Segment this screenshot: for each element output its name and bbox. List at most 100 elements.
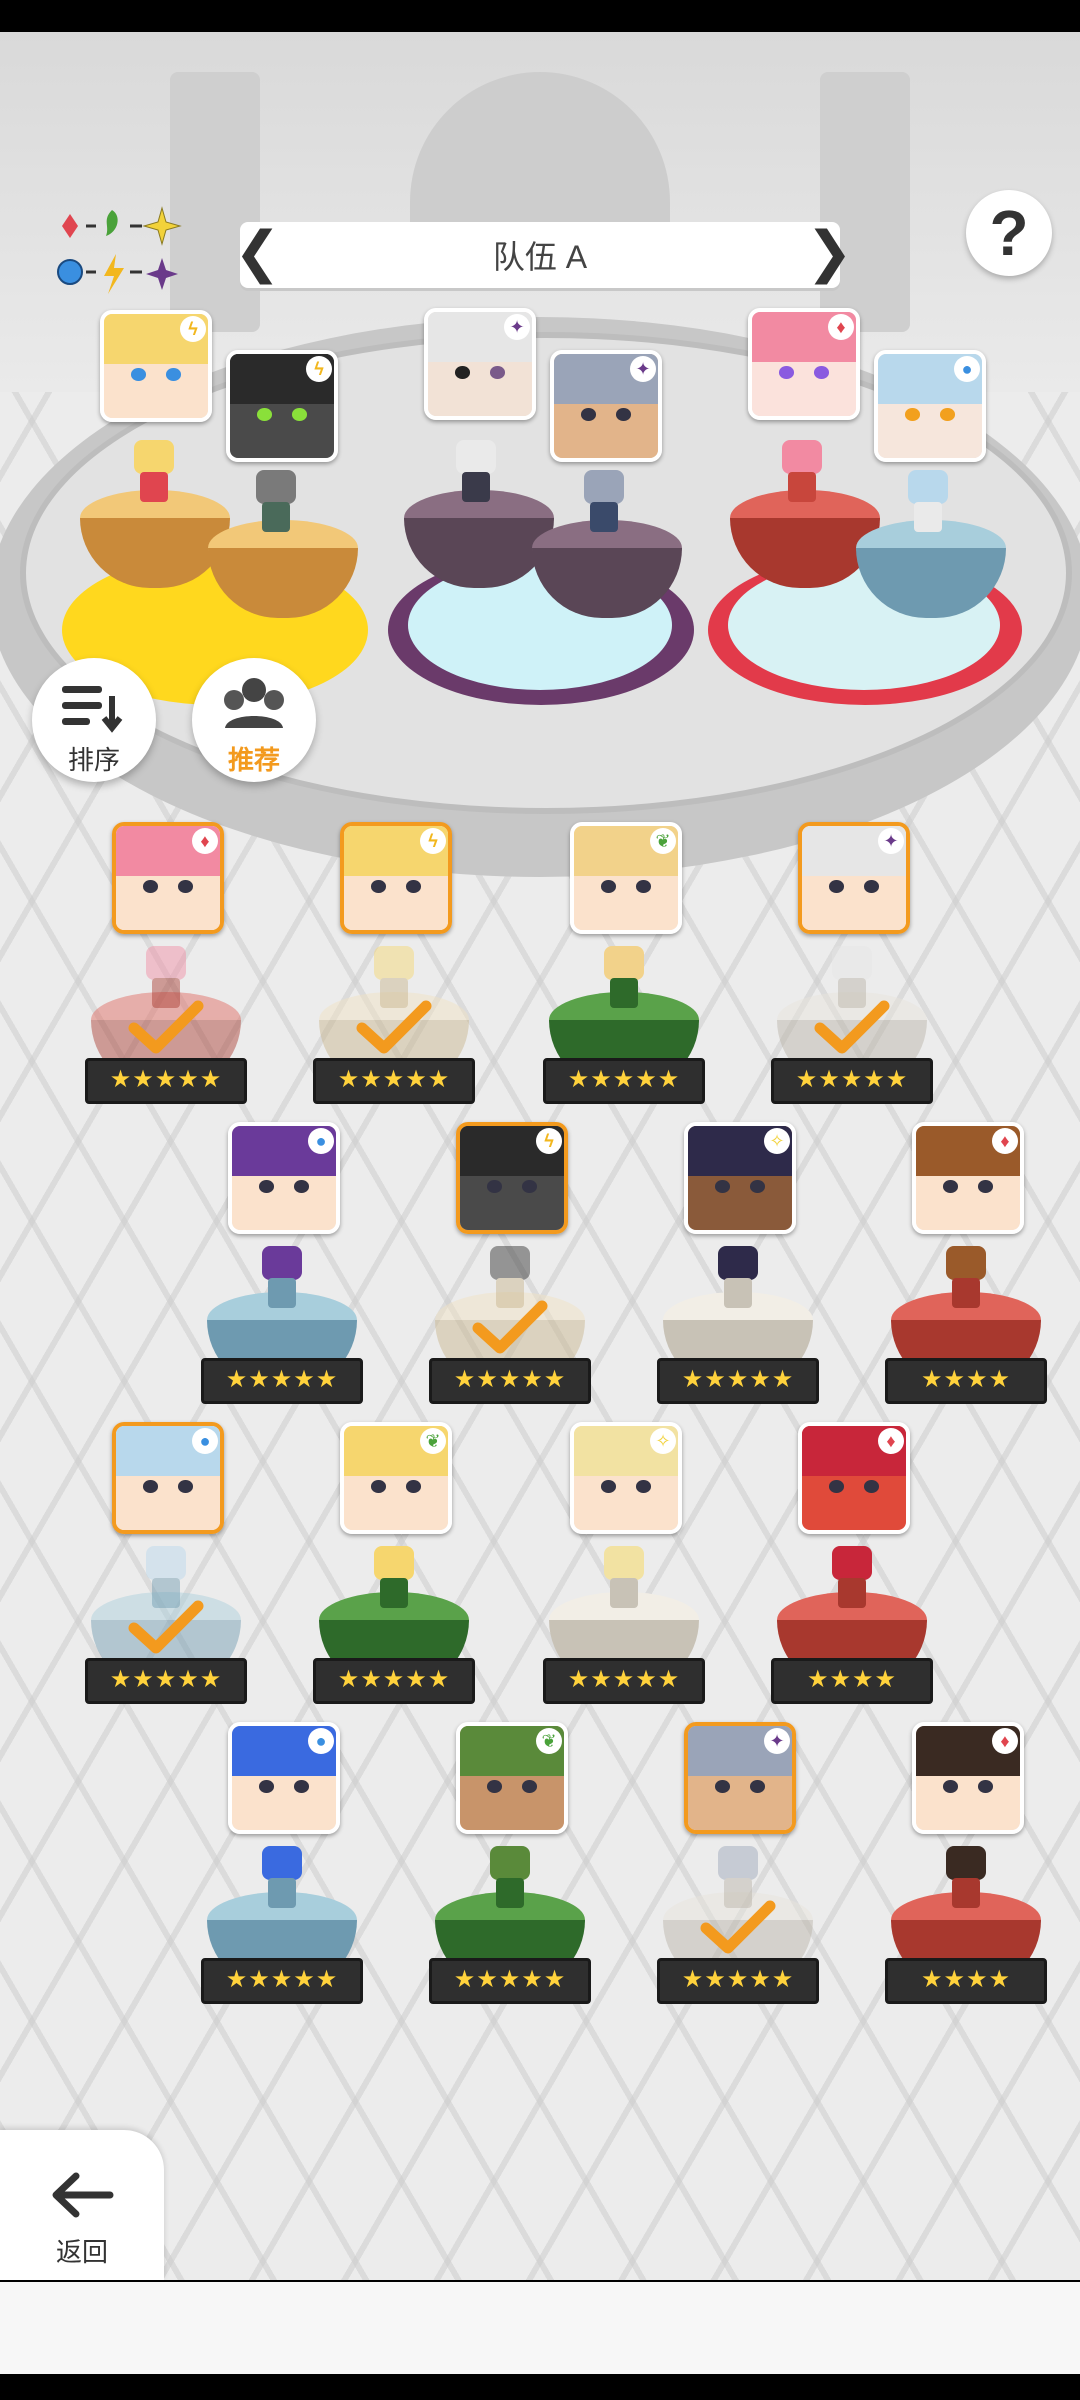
- recommend-label: 推荐: [227, 745, 280, 775]
- next-team-button[interactable]: ❯: [806, 222, 853, 288]
- element-chart-icon: [57, 206, 182, 294]
- hero-star-rating: ★★★★★: [429, 1358, 591, 1404]
- back-arrow-icon: [52, 2172, 114, 2218]
- hero-star-rating: ★★★★★: [657, 1358, 819, 1404]
- team-portrait-white-hair-eyepatch[interactable]: ✦: [424, 308, 536, 420]
- team-portrait-pink-hair-girl[interactable]: ♦: [748, 308, 860, 420]
- hero-portrait[interactable]: ●: [228, 1122, 340, 1234]
- fire-diamond-icon: ♦: [828, 314, 854, 340]
- light-sparkle-icon: ✧: [764, 1128, 790, 1154]
- thunder-icon: ϟ: [420, 828, 446, 854]
- hero-sprite: [256, 1246, 308, 1310]
- light-sparkle-icon: ✧: [650, 1428, 676, 1454]
- hero-portrait[interactable]: ●: [228, 1722, 340, 1834]
- hero-star-rating: ★★★★★: [543, 1058, 705, 1104]
- recommend-button[interactable]: 推荐: [192, 658, 316, 782]
- hero-star-rating: ★★★★★: [429, 1958, 591, 2004]
- recommend-team-icon: [224, 678, 284, 728]
- sort-button[interactable]: 排序: [32, 658, 156, 782]
- team-sprite: [902, 470, 954, 534]
- hero-star-rating: ★★★★★: [85, 1658, 247, 1704]
- hero-star-rating: ★★★★★: [657, 1958, 819, 2004]
- hero-star-rating: ★★★★★: [313, 1058, 475, 1104]
- hero-sprite: [484, 1846, 536, 1910]
- team-portrait-grey-beard-man[interactable]: ✦: [550, 350, 662, 462]
- hero-star-rating: ★★★★★: [543, 1658, 705, 1704]
- thunder-icon: ϟ: [536, 1128, 562, 1154]
- team-portrait-dark-knight[interactable]: ϟ: [226, 350, 338, 462]
- hero-portrait[interactable]: ♦: [798, 1422, 910, 1534]
- sort-icon: [62, 686, 123, 733]
- team-name: 队伍 A: [492, 239, 588, 275]
- team-slot-2-pedestal-b[interactable]: [532, 520, 682, 630]
- team-portrait-blonde-bunny-girl[interactable]: ϟ: [100, 310, 212, 422]
- dark-star-icon: ✦: [504, 314, 530, 340]
- dark-star-icon: ✦: [764, 1728, 790, 1754]
- bottom-bar: [0, 2282, 1080, 2374]
- selected-check-icon: [700, 1900, 776, 1954]
- nature-leaf-icon: ❦: [650, 828, 676, 854]
- team-sprite: [776, 440, 828, 504]
- hero-portrait[interactable]: ϟ: [456, 1122, 568, 1234]
- nature-leaf-icon: ❦: [420, 1428, 446, 1454]
- dark-star-icon: ✦: [630, 356, 656, 382]
- selected-check-icon: [128, 1000, 204, 1054]
- hero-portrait[interactable]: ✧: [684, 1122, 796, 1234]
- hero-sprite: [598, 946, 650, 1010]
- thunder-icon: ϟ: [180, 316, 206, 342]
- team-portrait-silver-hair-girl[interactable]: ●: [874, 350, 986, 462]
- hero-star-rating: ★★★★★: [313, 1658, 475, 1704]
- team-name-bar: ❮ 队伍 A ❯: [234, 222, 853, 288]
- hero-sprite: [256, 1846, 308, 1910]
- hero-star-rating: ★★★★★: [201, 1358, 363, 1404]
- hero-portrait[interactable]: ❦: [570, 822, 682, 934]
- selected-check-icon: [128, 1600, 204, 1654]
- water-orb-icon: ●: [954, 356, 980, 382]
- fire-diamond-icon: ♦: [992, 1728, 1018, 1754]
- fire-diamond-icon: ♦: [992, 1128, 1018, 1154]
- water-orb-icon: ●: [308, 1728, 334, 1754]
- hero-star-rating: ★★★★★: [85, 1058, 247, 1104]
- hero-star-rating: ★★★★: [771, 1658, 933, 1704]
- hero-sprite: [940, 1246, 992, 1310]
- hero-star-rating: ★★★★★: [771, 1058, 933, 1104]
- hero-star-rating: ★★★★: [885, 1358, 1047, 1404]
- hero-portrait[interactable]: ❦: [456, 1722, 568, 1834]
- hero-portrait[interactable]: ❦: [340, 1422, 452, 1534]
- background-pillar: [820, 72, 910, 332]
- team-slot-3-pedestal-b[interactable]: [856, 520, 1006, 630]
- team-slot-1-pedestal-b[interactable]: [208, 520, 358, 630]
- team-sprite: [250, 470, 302, 534]
- fire-diamond-icon: ♦: [192, 828, 218, 854]
- back-label: 返回: [55, 2237, 108, 2267]
- hero-sprite: [826, 1546, 878, 1610]
- selected-check-icon: [356, 1000, 432, 1054]
- back-button[interactable]: 返回: [0, 2130, 164, 2280]
- dark-star-icon: ✦: [878, 828, 904, 854]
- hero-portrait[interactable]: ♦: [912, 1122, 1024, 1234]
- hero-portrait[interactable]: ✧: [570, 1422, 682, 1534]
- hero-portrait[interactable]: ✦: [684, 1722, 796, 1834]
- help-button[interactable]: ?: [966, 190, 1052, 276]
- hero-sprite: [368, 1546, 420, 1610]
- water-orb-icon: ●: [308, 1128, 334, 1154]
- thunder-icon: ϟ: [306, 356, 332, 382]
- hero-portrait[interactable]: ●: [112, 1422, 224, 1534]
- hero-portrait[interactable]: ♦: [112, 822, 224, 934]
- hero-sprite: [712, 1246, 764, 1310]
- help-label: ?: [989, 197, 1029, 269]
- nature-leaf-icon: ❦: [536, 1728, 562, 1754]
- hero-portrait[interactable]: ✦: [798, 822, 910, 934]
- hero-sprite: [598, 1546, 650, 1610]
- hero-star-rating: ★★★★★: [201, 1958, 363, 2004]
- hero-portrait[interactable]: ϟ: [340, 822, 452, 934]
- hero-portrait[interactable]: ♦: [912, 1722, 1024, 1834]
- water-orb-icon: ●: [192, 1428, 218, 1454]
- team-sprite: [578, 470, 630, 534]
- selected-check-icon: [814, 1000, 890, 1054]
- team-sprite: [128, 440, 180, 504]
- previous-team-button[interactable]: ❮: [234, 222, 281, 288]
- selected-check-icon: [472, 1300, 548, 1354]
- sort-label: 排序: [67, 745, 120, 775]
- hero-star-rating: ★★★★: [885, 1958, 1047, 2004]
